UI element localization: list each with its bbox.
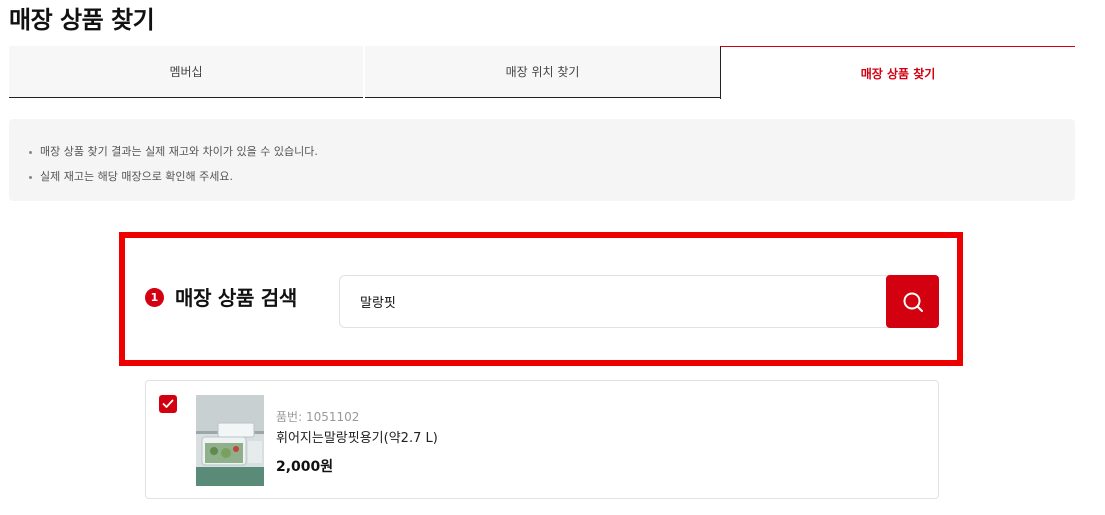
product-name: 휘어지는말랑핏용기(약2.7 L) [276, 431, 438, 446]
step-number-badge: 1 [145, 288, 164, 307]
notice-box: 매장 상품 찾기 결과는 실제 재고와 차이가 있을 수 있습니다. 실제 재고… [9, 119, 1075, 201]
check-icon [162, 399, 174, 408]
search-icon [903, 292, 923, 312]
tab-membership[interactable]: 멤버십 [9, 46, 363, 98]
search-label: 매장 상품 검색 [175, 286, 297, 310]
page-title: 매장 상품 찾기 [9, 6, 155, 34]
product-image [196, 395, 264, 486]
product-select-checkbox[interactable] [159, 395, 177, 413]
search-button[interactable] [886, 275, 939, 328]
product-code: 품번: 1051102 [276, 410, 360, 424]
notice-item: 실제 재고는 해당 매장으로 확인해 주세요. [29, 164, 1075, 189]
search-input[interactable] [339, 275, 919, 328]
tab-store-location[interactable]: 매장 위치 찾기 [365, 46, 720, 98]
tab-bar: 멤버십 매장 위치 찾기 매장 상품 찾기 [9, 46, 1075, 99]
tab-store-product-search[interactable]: 매장 상품 찾기 [720, 46, 1075, 99]
product-result-card[interactable]: 품번: 1051102 휘어지는말랑핏용기(약2.7 L) 2,000원 [145, 380, 939, 499]
notice-item: 매장 상품 찾기 결과는 실제 재고와 차이가 있을 수 있습니다. [29, 139, 1075, 164]
product-price: 2,000원 [276, 459, 334, 475]
notice-list: 매장 상품 찾기 결과는 실제 재고와 차이가 있을 수 있습니다. 실제 재고… [29, 139, 1075, 189]
